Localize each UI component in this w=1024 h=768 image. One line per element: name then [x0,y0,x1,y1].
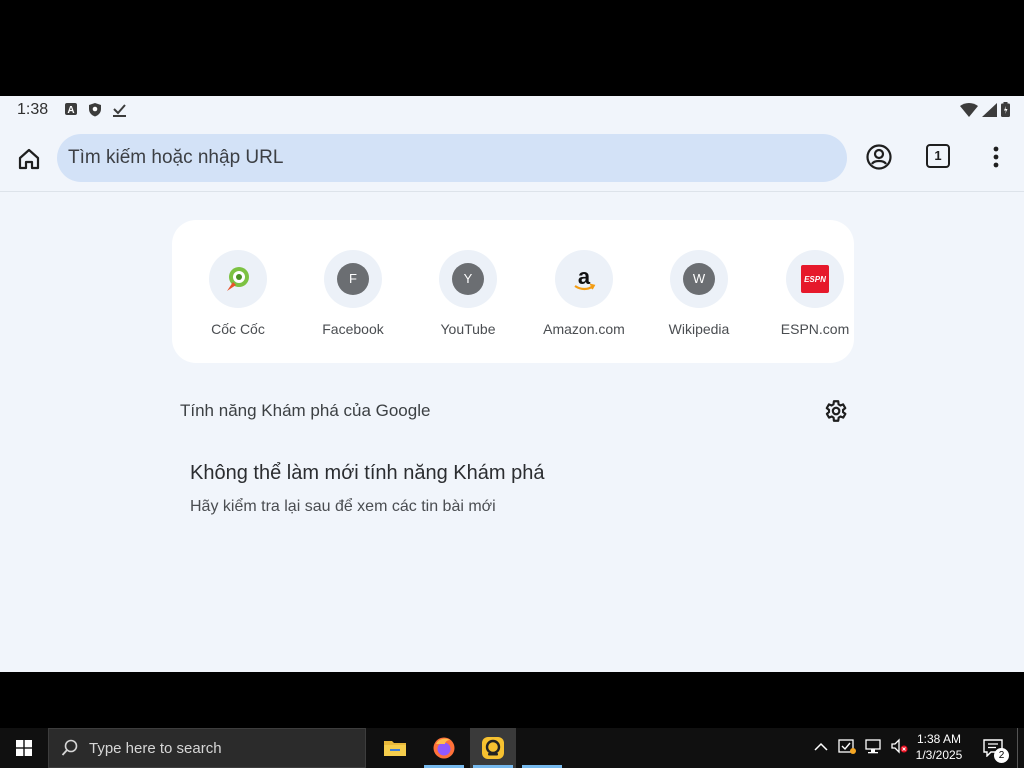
letter-icon: W [683,263,715,295]
shield-icon [88,102,102,122]
tile-coccoc[interactable]: Cốc Cốc [183,250,293,337]
tile-icon-bg: Y [439,250,497,308]
svg-text:a: a [578,264,591,289]
letter-icon: F [337,263,369,295]
discover-header: Tính năng Khám phá của Google [180,401,431,420]
browser-toolbar: 1 [0,132,1024,188]
download-check-icon [112,102,127,122]
tile-label: Cốc Cốc [211,321,265,337]
coccoc-logo-icon [209,250,267,308]
status-bar: 1:38 A [0,96,1024,124]
security-icon[interactable] [838,738,856,759]
account-circle-icon [866,144,892,170]
show-desktop-button[interactable] [1017,728,1024,768]
omnibox[interactable] [57,134,847,182]
taskbar-blank-app[interactable] [519,728,565,768]
svg-text:ESPN: ESPN [804,275,826,284]
gear-icon [825,400,847,422]
espn-logo-icon: ESPN [786,250,844,308]
system-tray [814,728,908,768]
network-icon[interactable] [864,738,882,759]
tile-espn[interactable]: ESPN ESPN.com [760,250,870,337]
volume-muted-icon[interactable] [890,737,908,759]
bottom-letterbox [0,672,1024,728]
action-center-button[interactable]: 2 [976,728,1010,768]
start-button[interactable] [0,728,48,768]
status-time: 1:38 [17,101,49,118]
firefox-icon [433,737,455,759]
overflow-menu-button[interactable] [986,142,1006,172]
tile-icon-bg: W [670,250,728,308]
discover-error-subtitle: Hãy kiểm tra lại sau để xem các tin bài … [190,498,496,515]
tile-youtube[interactable]: Y YouTube [413,250,523,337]
battery-icon [1001,102,1010,122]
discover-error-title: Không thể làm mới tính năng Khám phá [190,462,545,484]
notification-count-badge: 2 [994,748,1009,763]
home-icon [18,148,40,170]
a-icon: A [64,102,78,122]
file-explorer-icon [384,741,406,756]
android-screen: 1:38 A Tìm kiếm hoặc nhập URL 1 Cốc Cốc … [0,96,1024,672]
most-visited-tiles: Cốc Cốc F Facebook Y YouTube a Amazon.co… [172,220,854,363]
omnibox-input[interactable] [57,134,828,182]
taskbar-search-box[interactable]: Type here to search [48,728,366,768]
emulator-icon [482,737,504,759]
letter-icon: Y [452,263,484,295]
amazon-logo-icon: a [555,250,613,308]
tile-icon-bg: F [324,250,382,308]
tile-label: Facebook [322,321,384,337]
taskbar-file-explorer[interactable] [372,728,418,768]
tile-label: YouTube [440,321,496,337]
more-vertical-icon [993,146,999,168]
windows-logo-icon [16,740,32,756]
tile-label: ESPN.com [780,321,850,337]
tile-label: Wikipedia [668,321,730,337]
taskbar-emulator[interactable] [470,728,516,768]
search-icon [61,739,78,756]
windows-taskbar: Type here to search 1:38 AM 1/3/2025 2 [0,728,1024,768]
taskbar-firefox[interactable] [421,728,467,768]
cell-signal-icon [982,102,997,122]
toolbar-divider [0,191,1024,192]
svg-text:A: A [67,105,74,116]
taskbar-clock[interactable]: 1:38 AM 1/3/2025 [908,731,970,763]
tile-facebook[interactable]: F Facebook [298,250,408,337]
account-button[interactable] [864,142,894,172]
discover-settings-button[interactable] [822,398,848,424]
clock-date: 1/3/2025 [915,748,963,762]
wifi-icon [960,102,978,122]
top-letterbox [0,0,1024,96]
clock-time: 1:38 AM [916,732,962,746]
tile-label: Amazon.com [543,321,625,337]
home-button[interactable] [14,144,44,174]
chevron-up-icon[interactable] [814,739,828,757]
tile-wikipedia[interactable]: W Wikipedia [644,250,754,337]
tab-switcher-button[interactable]: 1 [926,144,950,168]
search-placeholder: Type here to search [89,740,222,757]
tile-amazon[interactable]: a Amazon.com [529,250,639,337]
